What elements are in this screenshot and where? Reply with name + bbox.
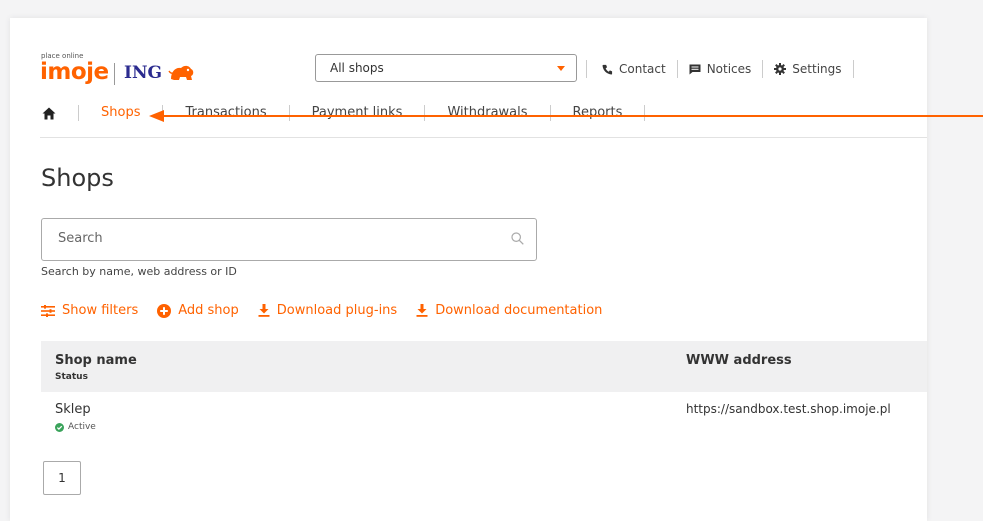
- search-box: [41, 218, 537, 261]
- table-row[interactable]: Sklep Active https://sandbox.test.shop.i…: [41, 392, 927, 442]
- show-filters-button[interactable]: Show filters: [41, 303, 138, 318]
- phone-icon: [602, 64, 613, 74]
- column-shop-name[interactable]: Shop name: [55, 353, 137, 368]
- tab-shops[interactable]: Shops: [78, 105, 162, 121]
- logo-imoje: imoje: [40, 59, 109, 85]
- chevron-down-icon: [557, 66, 565, 71]
- settings-link[interactable]: Settings: [763, 60, 854, 78]
- check-circle-icon: [55, 422, 64, 432]
- shop-select[interactable]: All shops: [315, 54, 577, 82]
- message-icon: [689, 64, 701, 74]
- search-input[interactable]: [56, 230, 500, 247]
- app-window: place online imoje ING All shops Contact…: [10, 18, 927, 521]
- search-icon[interactable]: [511, 232, 524, 245]
- plus-circle-icon: [157, 303, 172, 318]
- action-bar: Show filters Add shop Download plug-ins …: [41, 303, 621, 318]
- column-status: Status: [55, 372, 88, 382]
- pagination-page[interactable]: 1: [43, 461, 81, 495]
- tab-withdrawals[interactable]: Withdrawals: [424, 105, 549, 121]
- logo-ing: ING: [124, 63, 163, 83]
- status-badge: Active: [55, 422, 96, 432]
- header-links: Contact Notices Settings: [586, 58, 854, 80]
- main-nav: Shops Transactions Payment links Withdra…: [40, 101, 646, 125]
- gear-icon: [774, 63, 787, 75]
- shop-url[interactable]: https://sandbox.test.shop.imoje.pl: [686, 402, 891, 416]
- search-hint: Search by name, web address or ID: [41, 265, 237, 278]
- nav-divider: [40, 137, 927, 138]
- download-icon: [258, 304, 270, 317]
- ing-lion-icon: [168, 65, 194, 80]
- download-plugins-button[interactable]: Download plug-ins: [258, 303, 397, 318]
- tab-reports[interactable]: Reports: [549, 105, 646, 121]
- contact-link[interactable]: Contact: [586, 60, 678, 78]
- download-icon: [416, 304, 428, 317]
- download-documentation-button[interactable]: Download documentation: [416, 303, 602, 318]
- column-www-address[interactable]: WWW address: [686, 353, 792, 368]
- filter-sliders-icon: [41, 304, 55, 317]
- shop-name[interactable]: Sklep: [55, 402, 91, 417]
- notices-link[interactable]: Notices: [678, 60, 764, 78]
- home-icon[interactable]: [40, 105, 78, 121]
- tab-payment-links[interactable]: Payment links: [288, 105, 425, 121]
- logo-divider: [114, 63, 115, 85]
- tab-transactions[interactable]: Transactions: [162, 105, 288, 121]
- shop-select-value: All shops: [330, 61, 384, 75]
- page-title: Shops: [41, 164, 114, 192]
- table-header: Shop name Status WWW address: [41, 341, 927, 392]
- add-shop-button[interactable]: Add shop: [157, 303, 239, 318]
